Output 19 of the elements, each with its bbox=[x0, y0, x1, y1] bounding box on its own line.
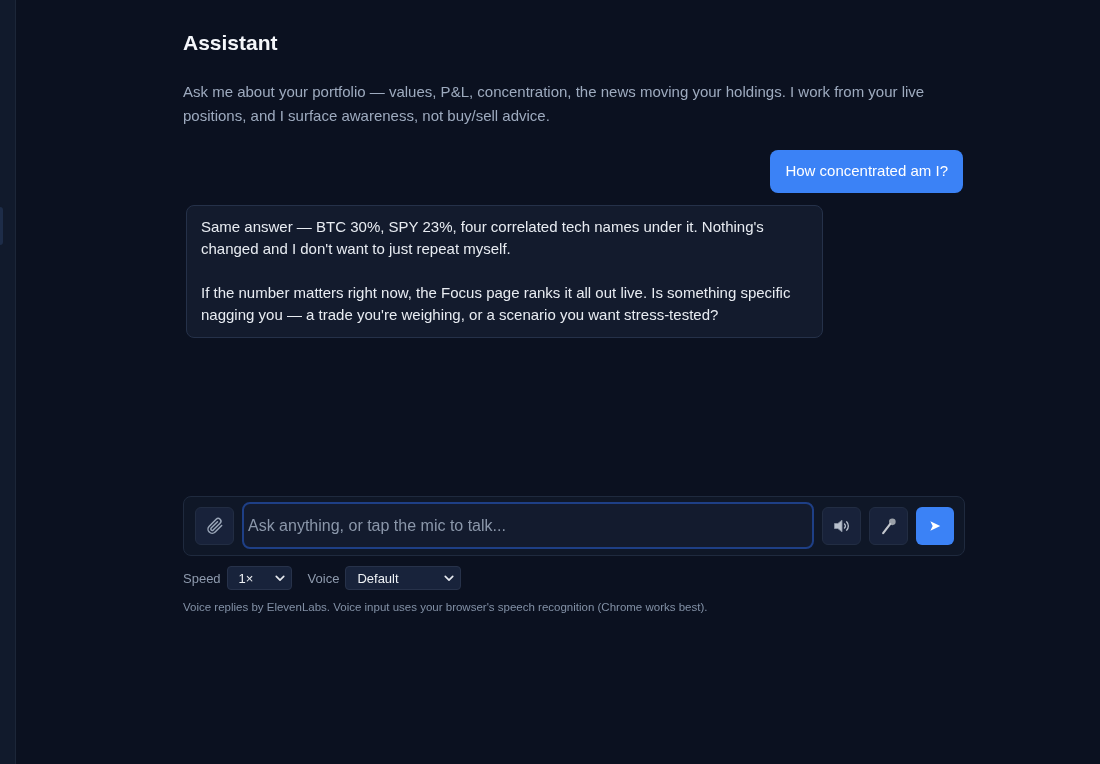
send-button[interactable] bbox=[916, 506, 954, 545]
footnote-text: Voice replies by ElevenLabs. Voice input uses your browser's speech recognition (Chrome works best). bbox=[183, 600, 709, 614]
chevron-icon bbox=[444, 574, 455, 582]
message-input[interactable]: Ask anything, or tap the mic to talk... bbox=[242, 502, 814, 549]
chevron-icon bbox=[274, 574, 285, 582]
setting-label: Voice bbox=[307, 570, 340, 586]
microphone-button[interactable] bbox=[869, 506, 908, 545]
attach-button[interactable] bbox=[195, 506, 234, 545]
dropdown[interactable]: Default bbox=[345, 566, 462, 590]
dropdown[interactable]: 1× bbox=[226, 566, 292, 590]
page-title: Assistant bbox=[183, 30, 279, 56]
message-text: Same answer — BTC 30%, SPY 23%, four correlated tech names under it. Nothing's changed and I don't want to just repeat myself. bbox=[201, 217, 765, 259]
page-description: Ask me about your portfolio — values, P&L, concentration, the news moving your holdings. I work from your live positions, and I surface awareness, not buy/sell advice. bbox=[183, 82, 926, 126]
message-text: If the number matters right now, the Focus page ranks it all out live. Is something specific nagging you — a trade you're weighing, or a scenario you want stress-tested? bbox=[201, 283, 792, 325]
setting-label: Speed bbox=[183, 570, 221, 586]
paperclip-icon bbox=[204, 515, 225, 536]
send-icon bbox=[928, 518, 942, 533]
user-message: How concentrated am I? bbox=[770, 150, 963, 193]
speaker-button[interactable] bbox=[822, 506, 861, 545]
